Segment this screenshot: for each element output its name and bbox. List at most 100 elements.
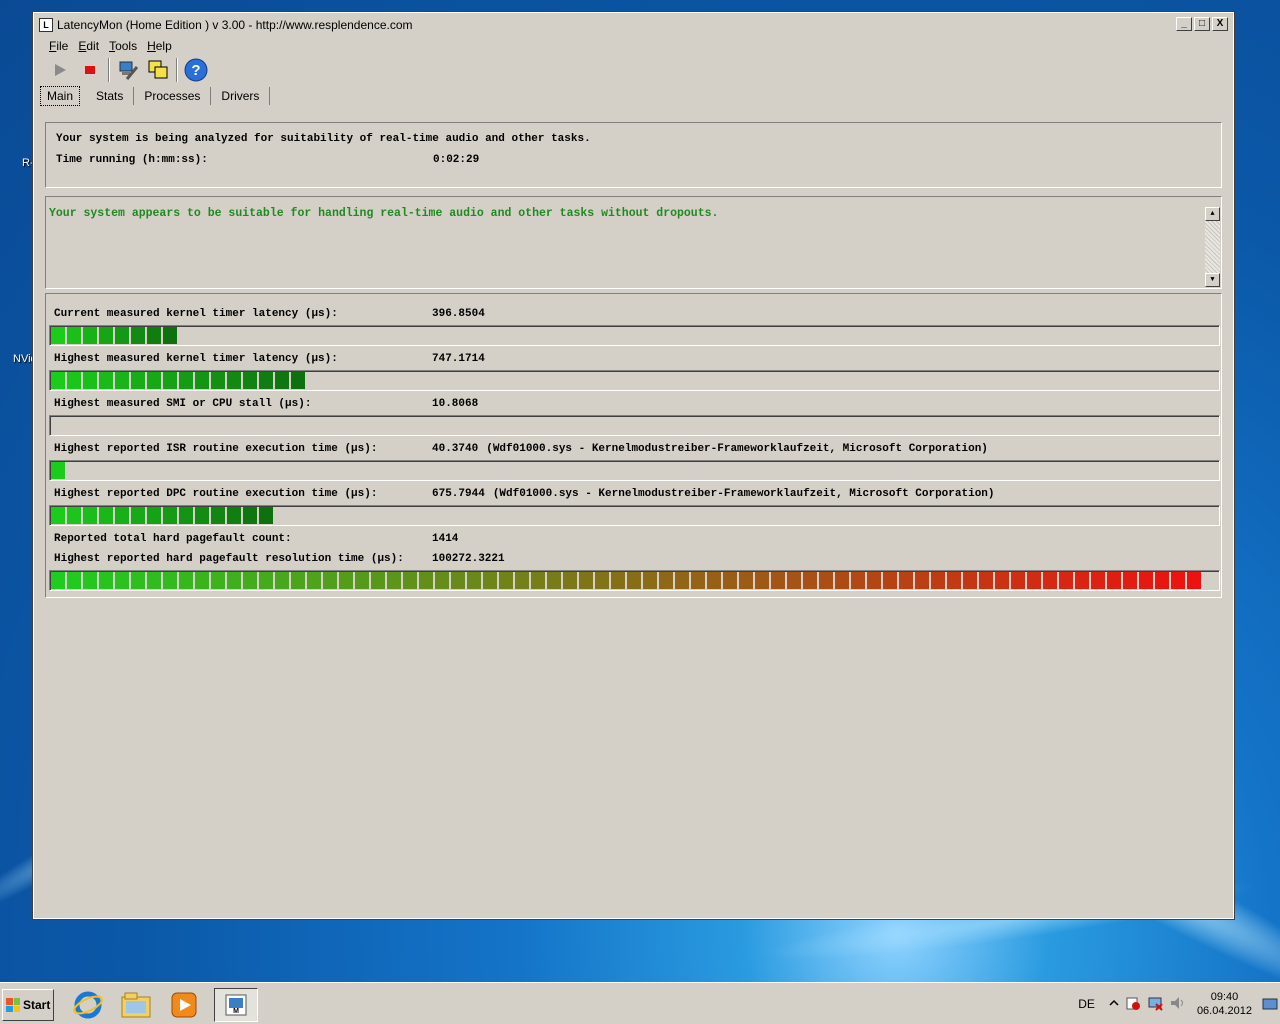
title-bar[interactable]: L LatencyMon (Home Edition ) v 3.00 - ht…	[34, 13, 1233, 37]
minimize-button[interactable]: _	[1176, 17, 1192, 31]
svg-text:?: ?	[191, 62, 200, 79]
bar-segment	[1011, 572, 1025, 589]
tab-processes[interactable]: Processes	[134, 87, 212, 105]
bar-segment	[531, 572, 545, 589]
show-hidden-icons-icon[interactable]	[1109, 997, 1119, 1011]
metric-row: Current measured kernel timer latency (µ…	[54, 308, 485, 320]
bar-segment	[387, 572, 401, 589]
clock-time: 09:40	[1210, 991, 1239, 1003]
bar-segment	[307, 572, 321, 589]
metric-value: 10.8068	[432, 398, 479, 410]
network-icon[interactable]	[1147, 995, 1163, 1014]
clock[interactable]: 09:40 06.04.2012	[1197, 990, 1252, 1018]
start-label: Start	[23, 998, 51, 1012]
metric-row: Highest measured SMI or CPU stall (µs): …	[54, 398, 478, 410]
metric-value: 1414	[432, 533, 459, 545]
windows-icon[interactable]	[146, 58, 170, 82]
bar-segment	[835, 572, 849, 589]
menu-tools[interactable]: Tools	[104, 37, 142, 55]
bar-segment	[243, 572, 257, 589]
bar-segment	[227, 372, 241, 389]
bar-segment	[1043, 572, 1057, 589]
volume-icon[interactable]	[1169, 995, 1185, 1014]
svg-text:M: M	[233, 1008, 239, 1015]
metric-label: Highest measured kernel timer latency (µ…	[54, 353, 338, 365]
bar-segment	[1187, 572, 1201, 589]
bar-segment	[51, 507, 65, 524]
scroll-track[interactable]	[1205, 221, 1220, 273]
bar-segment	[707, 572, 721, 589]
file-explorer-icon[interactable]	[114, 988, 158, 1022]
bar-segment	[195, 507, 209, 524]
bar-segment	[147, 572, 161, 589]
language-indicator[interactable]: DE	[1078, 997, 1095, 1011]
menu-help[interactable]: Help	[142, 37, 177, 55]
latency-bar	[49, 570, 1220, 591]
latency-bar	[49, 325, 1220, 346]
bar-segment	[947, 572, 961, 589]
bar-segment	[99, 507, 113, 524]
result-scrollbar[interactable]: ▲ ▼	[1205, 207, 1220, 287]
bar-segment	[131, 507, 145, 524]
bar-segment	[595, 572, 609, 589]
tab-stats[interactable]: Stats	[86, 87, 135, 105]
bar-segment	[579, 572, 593, 589]
maximize-button[interactable]: □	[1194, 17, 1210, 31]
bar-segment	[227, 507, 241, 524]
bar-segment	[83, 572, 97, 589]
action-center-icon[interactable]	[1125, 995, 1141, 1014]
media-player-icon[interactable]	[162, 988, 206, 1022]
toolbar: ?	[34, 55, 1233, 85]
bar-segment	[211, 372, 225, 389]
bar-segment	[499, 572, 513, 589]
tools-icon[interactable]	[116, 58, 140, 82]
metric-label: Highest reported hard pagefault resoluti…	[54, 553, 404, 565]
bar-segment	[659, 572, 673, 589]
metric-row: Highest reported ISR routine execution t…	[54, 443, 988, 455]
tab-bar: Main Stats Processes Drivers	[34, 85, 1233, 107]
time-running-label: Time running (h:mm:ss):	[56, 154, 208, 166]
bar-segment	[611, 572, 625, 589]
tab-drivers[interactable]: Drivers	[211, 87, 271, 105]
metric-driver-info: (Wdf01000.sys - Kernelmodustreiber-Frame…	[486, 443, 988, 455]
bar-segment	[483, 572, 497, 589]
bar-segment	[163, 372, 177, 389]
time-running-value: 0:02:29	[433, 154, 480, 166]
help-icon[interactable]: ?	[184, 58, 208, 82]
metric-driver-info: (Wdf01000.sys - Kernelmodustreiber-Frame…	[492, 488, 995, 500]
bar-segment	[403, 572, 417, 589]
scroll-up-arrow[interactable]: ▲	[1205, 207, 1220, 221]
menu-file[interactable]: File	[44, 37, 73, 55]
bar-segment	[1171, 572, 1185, 589]
bar-segment	[195, 372, 209, 389]
bar-segment	[739, 572, 753, 589]
bar-segment	[771, 572, 785, 589]
bar-segment	[83, 507, 97, 524]
clock-date: 06.04.2012	[1196, 1005, 1252, 1017]
bar-segment	[931, 572, 945, 589]
desktop-icon-label[interactable]: R-	[22, 157, 34, 169]
tab-main[interactable]: Main	[40, 86, 81, 106]
bar-segment	[755, 572, 769, 589]
metrics-panel: Current measured kernel timer latency (µ…	[45, 293, 1222, 598]
show-desktop-icon[interactable]	[1262, 996, 1278, 1012]
bar-segment	[227, 572, 241, 589]
scroll-down-arrow[interactable]: ▼	[1205, 273, 1220, 287]
bar-segment	[83, 327, 97, 344]
play-icon[interactable]	[48, 58, 72, 82]
latencymon-taskbar-icon[interactable]: M	[214, 988, 258, 1022]
bar-segment	[195, 572, 209, 589]
bar-segment	[1107, 572, 1121, 589]
start-button[interactable]: Start	[2, 989, 54, 1021]
close-button[interactable]: X	[1212, 17, 1228, 31]
bar-segment	[1139, 572, 1153, 589]
bar-segment	[371, 572, 385, 589]
result-message: Your system appears to be suitable for h…	[49, 207, 719, 220]
internet-explorer-icon[interactable]	[66, 988, 110, 1022]
bar-segment	[323, 572, 337, 589]
bar-segment	[451, 572, 465, 589]
metric-value: 747.1714	[432, 353, 485, 365]
bar-segment	[179, 507, 193, 524]
menu-edit[interactable]: Edit	[73, 37, 104, 55]
stop-icon[interactable]	[78, 58, 102, 82]
